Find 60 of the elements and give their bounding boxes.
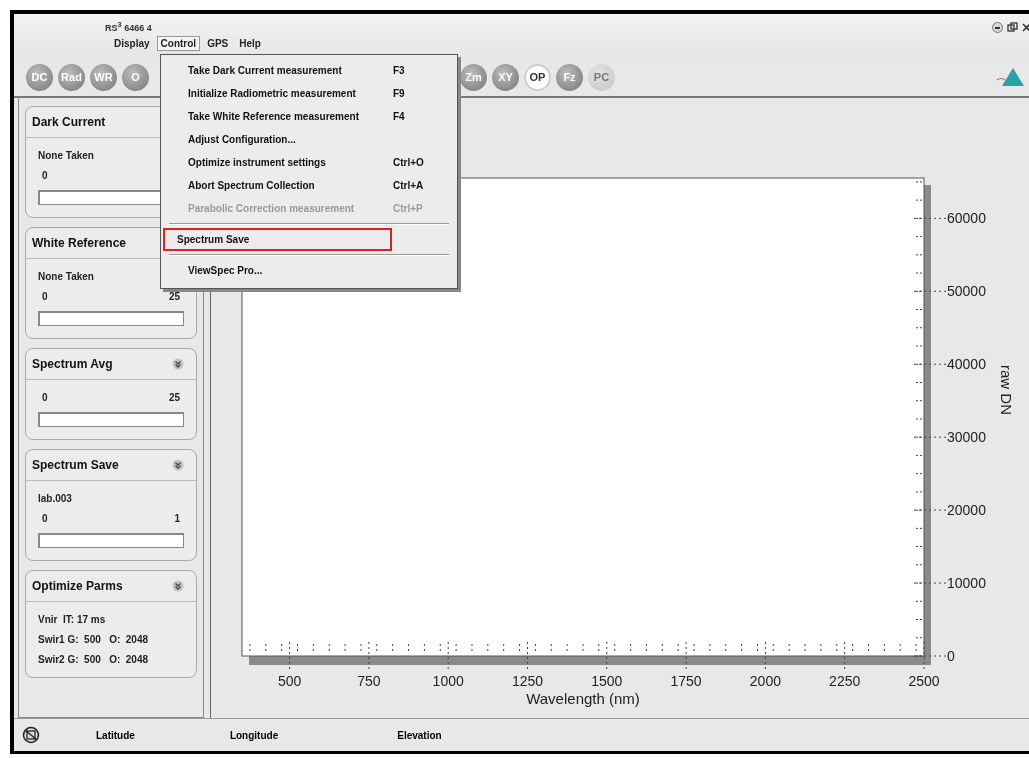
menu-option[interactable]: Take White Reference measurement F4 [163, 105, 455, 128]
status-label: Elevation [397, 729, 442, 741]
menu-item[interactable]: GPS [203, 36, 233, 51]
menu-item[interactable]: Control [156, 36, 201, 51]
range-max: 25 [168, 291, 180, 302]
y-tick-label: 60000 [947, 210, 986, 227]
x-tick-label: 1750 [670, 673, 702, 689]
panel-status: None Taken [38, 150, 95, 161]
x-tick-label: 500 [277, 673, 302, 689]
panel-status: None Taken [38, 271, 95, 282]
status-label: Longitude [229, 729, 279, 741]
triangle-icon[interactable] [995, 67, 1025, 87]
x-tick-label: 1000 [432, 673, 464, 689]
close-icon[interactable] [1022, 22, 1029, 33]
panel-title: Spectrum Save [32, 458, 119, 472]
menu-item[interactable]: Display [110, 36, 154, 51]
toolbar-button[interactable]: OP [524, 63, 551, 91]
menu-option[interactable]: Take Dark Current measurement F3 [163, 59, 455, 82]
menu-option[interactable]: Abort Spectrum Collection Ctrl+A [163, 174, 455, 197]
parameter-text: Swir1 G: 500 O: 2048 [38, 634, 150, 645]
parameter-text: Vnir IT: 17 ms [38, 614, 107, 625]
collapse-icon[interactable] [172, 358, 184, 370]
menu-item[interactable]: Help [235, 36, 265, 51]
range-max: 25 [168, 392, 180, 403]
restore-icon[interactable] [1007, 22, 1018, 33]
y-tick-label: 50000 [947, 283, 986, 300]
x-axis-label: Wavelength (nm) [526, 690, 640, 707]
range-min: 0 [42, 170, 48, 181]
x-tick-label: 2500 [908, 673, 940, 689]
panel-title: Optimize Parms [32, 579, 123, 593]
y-tick-label: 20000 [947, 502, 986, 519]
window-title: RS$^{3}$ 6466 4 [105, 20, 153, 33]
panel-title: White Reference [32, 236, 127, 250]
x-tick-label: 1250 [511, 673, 544, 689]
y-tick-label: 30000 [947, 429, 986, 446]
range-min: 0 [42, 513, 48, 524]
collapse-icon[interactable] [172, 459, 184, 471]
menu-option[interactable]: Initialize Radiometric measurement F9 [163, 82, 455, 105]
range-max: 1 [174, 513, 180, 524]
collapse-icon[interactable] [172, 580, 184, 592]
x-tick-label: 1500 [591, 673, 623, 689]
parameter-text: Swir2 G: 500 O: 2048 [38, 654, 150, 665]
menu-option[interactable]: Adjust Configuration... [163, 128, 455, 151]
x-tick-label: 750 [357, 673, 381, 689]
y-axis-label: raw DN [998, 365, 1015, 415]
range-min: 0 [42, 392, 48, 403]
menu-option[interactable]: Spectrum Save [163, 228, 392, 251]
status-label: Latitude [96, 729, 135, 741]
menu-option[interactable]: ViewSpec Pro... [163, 259, 455, 282]
y-tick-label: 10000 [947, 575, 986, 592]
panel-title: Spectrum Avg [32, 357, 113, 371]
y-tick-label: 40000 [947, 356, 986, 373]
menu-option[interactable]: Optimize instrument settings Ctrl+O [163, 151, 455, 174]
minimize-icon[interactable] [992, 22, 1003, 33]
panel-status: lab.003 [38, 493, 73, 504]
y-tick-label: 0 [947, 648, 955, 664]
x-tick-label: 2000 [749, 673, 781, 689]
panel-title: Dark Current [32, 115, 106, 129]
range-min: 0 [42, 291, 48, 302]
x-tick-label: 2250 [829, 673, 861, 689]
